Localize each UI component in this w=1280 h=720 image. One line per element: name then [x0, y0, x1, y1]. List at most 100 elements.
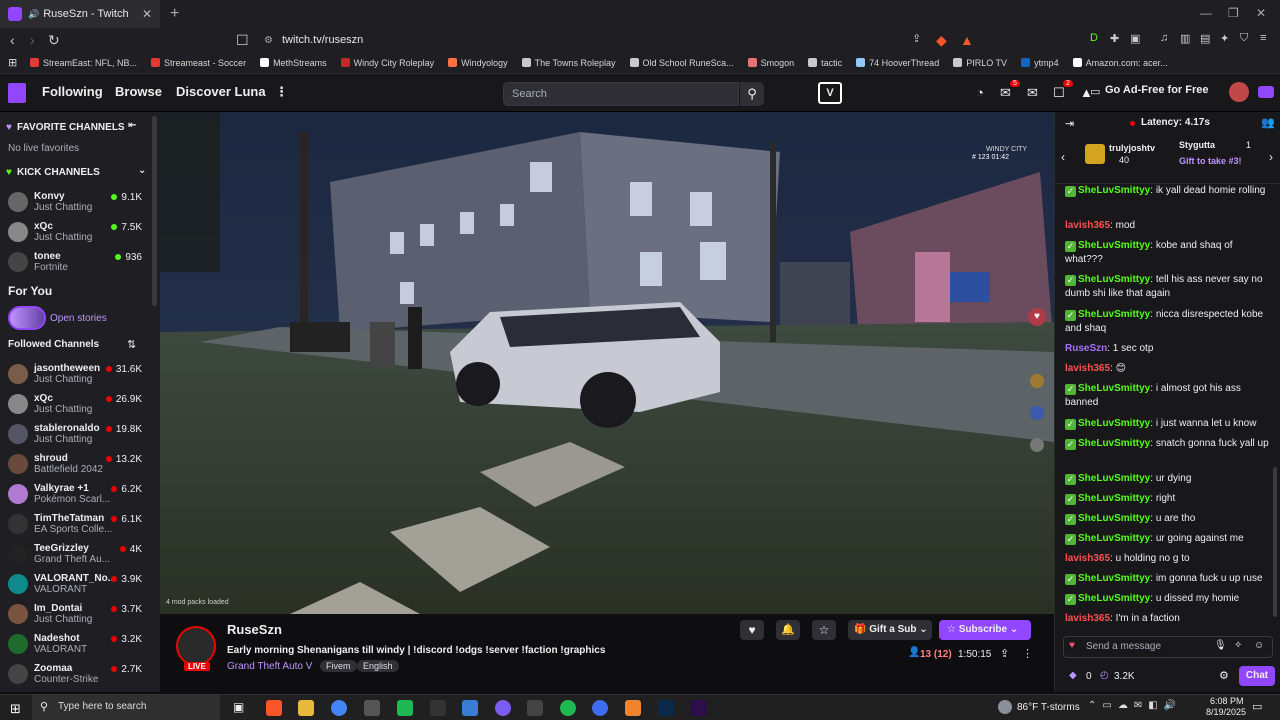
chat-button[interactable]: Chat — [1239, 666, 1275, 686]
share-icon[interactable]: ⇪ — [1000, 647, 1009, 660]
tag-pill[interactable]: Fivem — [320, 660, 357, 672]
users-icon[interactable]: 👥 — [1261, 116, 1275, 129]
bookmark-item[interactable]: ytmp4 — [1021, 58, 1059, 68]
bookmark-item[interactable]: Amazon.com: acer... — [1072, 58, 1168, 68]
tag-pill[interactable]: English — [357, 660, 399, 672]
vpn-icon[interactable]: ⛉ — [1240, 32, 1248, 45]
bookmark-item[interactable]: StreamEast: NFL, NB... — [30, 58, 137, 68]
more-options-icon[interactable]: ⋮ — [275, 84, 288, 100]
bookmark-item[interactable]: Windyology — [448, 58, 508, 68]
bookmark-item[interactable]: Streameast - Soccer — [151, 58, 246, 68]
photoshop-icon[interactable] — [658, 700, 674, 716]
emote-icon[interactable]: ☺ — [1254, 640, 1264, 651]
bits-icon[interactable]: ✧ — [1234, 640, 1242, 651]
mic-icon[interactable]: 🎙 — [1214, 640, 1227, 651]
chevron-right-icon[interactable]: › — [1269, 150, 1273, 164]
chat-username[interactable]: SheLuvSmittyy — [1078, 593, 1150, 604]
nav-following[interactable]: Following — [42, 84, 103, 99]
stories-avatar[interactable] — [8, 306, 46, 330]
close-tab-icon[interactable]: ✕ — [142, 7, 152, 21]
gift-sub-button[interactable]: 🎁 Gift a Sub ⌄ — [848, 620, 932, 640]
clock-date[interactable]: 8/19/2025 — [1206, 707, 1246, 717]
window-close-icon[interactable]: ✕ — [1256, 6, 1266, 20]
collapse-sidebar-icon[interactable]: ⇤ — [128, 120, 136, 131]
chat-username[interactable]: lavish365 — [1065, 553, 1110, 564]
followed-channel-item[interactable]: xQc Just Chatting 26.9K — [8, 392, 148, 422]
chat-username[interactable]: SheLuvSmittyy — [1078, 438, 1150, 449]
chat-username[interactable]: lavish365 — [1065, 363, 1110, 374]
bookmark-item[interactable]: Windy City Roleplay — [340, 58, 434, 68]
nav-discover-luna[interactable]: Discover Luna — [176, 84, 266, 99]
followed-channel-item[interactable]: TeeGrizzley Grand Theft Au... 4K — [8, 542, 148, 572]
apps-grid-icon[interactable]: ⊞ — [8, 56, 17, 69]
chat-username[interactable]: SheLuvSmittyy — [1078, 274, 1150, 285]
followed-channel-item[interactable]: stableronaldo Just Chatting 19.8K — [8, 422, 148, 452]
chat-username[interactable]: SheLuvSmittyy — [1078, 185, 1150, 196]
file-explorer-icon[interactable] — [298, 700, 314, 716]
bookmark-item[interactable]: PIRLO TV — [953, 58, 1007, 68]
notifications-icon[interactable]: ✉ — [1000, 85, 1011, 101]
followed-channel-item[interactable]: Nadeshot VALORANT 3.2K — [8, 632, 148, 662]
chat-username[interactable]: SheLuvSmittyy — [1078, 473, 1150, 484]
app-icon[interactable] — [462, 700, 478, 716]
follow-heart-icon[interactable]: ♥ — [740, 620, 764, 640]
followed-channel-item[interactable]: Zoomaa Counter-Strike 2.7K — [8, 662, 148, 692]
kick-channel-item[interactable]: xQc Just Chatting 7.5K — [8, 220, 148, 250]
reload-icon[interactable]: ↻ — [48, 32, 60, 49]
chat-username[interactable]: SheLuvSmittyy — [1078, 533, 1150, 544]
loot-icon[interactable]: ◔ — [976, 85, 984, 100]
channel-points-icon[interactable]: ◆ — [1069, 670, 1077, 681]
inbox-icon[interactable]: ☐ — [1053, 85, 1065, 101]
extension-icon[interactable]: D — [1090, 32, 1098, 44]
chevron-left-icon[interactable]: ‹ — [1061, 150, 1065, 164]
followed-channel-item[interactable]: VALORANT_No... VALORANT 3.9K — [8, 572, 148, 602]
chat-username[interactable]: SheLuvSmittyy — [1078, 493, 1150, 504]
task-view-icon[interactable]: ▣ — [233, 700, 244, 714]
media-icon[interactable]: ♫ — [1160, 32, 1168, 44]
system-tray-icons[interactable]: ⌃▭☁✉◧🔊 — [1088, 700, 1182, 711]
bookmark-item[interactable]: Old School RuneSca... — [629, 58, 734, 68]
sidebar-toggle-icon[interactable]: ▥ — [1180, 32, 1190, 45]
channel-name[interactable]: RuseSzn — [227, 622, 282, 637]
search-icon[interactable]: ⚲ — [740, 82, 764, 106]
site-settings-icon[interactable]: ⚙ — [264, 35, 273, 46]
extension-logo-icon[interactable]: V — [818, 82, 842, 104]
mail-icon[interactable] — [364, 700, 380, 716]
chat-username[interactable]: SheLuvSmittyy — [1078, 240, 1150, 251]
windows-start-icon[interactable]: ⊞ — [10, 701, 21, 717]
sort-icon[interactable]: ⇅ — [127, 338, 136, 351]
minimize-icon[interactable]: — — [1200, 6, 1212, 20]
chat-username[interactable]: SheLuvSmittyy — [1078, 383, 1150, 394]
clock-time[interactable]: 6:08 PM — [1210, 696, 1244, 706]
notification-bell-icon[interactable]: 🔔 — [776, 620, 800, 640]
share-icon[interactable]: ⇪ — [912, 32, 921, 45]
search-input[interactable]: Search — [503, 82, 739, 106]
more-options-icon[interactable]: ⋮ — [1022, 647, 1033, 660]
sidebar-scrollbar[interactable] — [152, 116, 157, 306]
chevron-down-icon[interactable]: ⌄ — [138, 165, 146, 176]
game-icon[interactable] — [527, 700, 543, 716]
screenshot-icon[interactable]: ▣ — [1130, 32, 1140, 45]
taskbar-search-input[interactable]: ⚲ Type here to search — [32, 695, 220, 720]
collapse-chat-icon[interactable]: ⇥ — [1065, 117, 1074, 130]
forward-icon[interactable]: › — [30, 32, 35, 48]
brave-shields-icon[interactable]: ◆ — [936, 32, 947, 49]
maximize-icon[interactable]: ❐ — [1228, 6, 1239, 20]
followed-channel-item[interactable]: Im_Dontai Just Chatting 3.7K — [8, 602, 148, 632]
audio-icon[interactable]: 🔊 — [28, 9, 39, 20]
streamer-avatar[interactable] — [176, 626, 216, 666]
chat-username[interactable]: RuseSzn — [1065, 343, 1107, 354]
back-icon[interactable]: ‹ — [10, 32, 15, 48]
avatar[interactable] — [1229, 82, 1249, 102]
wallet-icon[interactable]: ▤ — [1200, 32, 1210, 45]
new-tab-icon[interactable]: + — [170, 5, 179, 23]
x-icon[interactable] — [430, 700, 446, 716]
bookmark-item[interactable]: Smogon — [747, 58, 794, 68]
notification-center-icon[interactable]: ▭ — [1252, 700, 1262, 713]
chrome-icon[interactable] — [331, 700, 347, 716]
browser-tab[interactable]: 🔊 RuseSzn - Twitch ✕ — [0, 0, 160, 28]
subscribe-button[interactable]: ☆ Subscribe ⌄ — [939, 620, 1031, 640]
purple-menu-icon[interactable] — [1258, 86, 1274, 98]
chat-username[interactable]: SheLuvSmittyy — [1078, 573, 1150, 584]
premiere-icon[interactable] — [691, 700, 707, 716]
